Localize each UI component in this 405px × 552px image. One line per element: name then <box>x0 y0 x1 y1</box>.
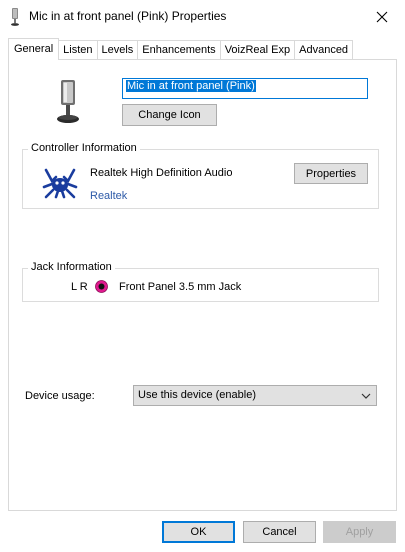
close-button[interactable] <box>359 0 405 33</box>
tab-enhancements[interactable]: Enhancements <box>137 40 221 60</box>
controller-properties-button[interactable]: Properties <box>294 163 368 184</box>
controller-information-label: Controller Information <box>28 142 140 154</box>
jack-description: Front Panel 3.5 mm Jack <box>119 281 242 293</box>
microphone-icon <box>57 80 79 123</box>
tab-voizreal-exp[interactable]: VoizReal Exp <box>219 40 296 60</box>
close-icon <box>376 11 388 22</box>
controller-information-group: Controller Information Realtek High Defi… <box>22 142 379 209</box>
controller-name: Realtek High Definition Audio <box>90 167 233 179</box>
tab-bar: General Listen Levels Enhancements VoizR… <box>8 38 354 60</box>
ok-button[interactable]: OK <box>162 521 235 543</box>
device-usage-label: Device usage: <box>25 390 95 402</box>
device-name-text: Mic in at front panel (Pink) <box>126 80 256 92</box>
window-title: Mic in at front panel (Pink) Properties <box>29 9 227 23</box>
jack-dot-icon <box>95 280 108 293</box>
tab-general[interactable]: General <box>8 38 60 60</box>
vendor-link[interactable]: Realtek <box>90 190 127 202</box>
chevron-down-icon <box>361 393 371 399</box>
apply-button[interactable]: Apply <box>323 521 396 543</box>
cancel-button[interactable]: Cancel <box>243 521 316 543</box>
jack-information-group: Jack Information L R Front Panel 3.5 mm … <box>22 261 379 302</box>
realtek-crab-logo <box>42 168 78 199</box>
change-icon-button[interactable]: Change Icon <box>122 104 217 126</box>
title-bar: Mic in at front panel (Pink) Properties <box>0 0 405 34</box>
device-usage-value: Use this device (enable) <box>138 389 257 401</box>
device-usage-select[interactable]: Use this device (enable) <box>133 385 377 406</box>
tab-advanced[interactable]: Advanced <box>294 40 354 60</box>
jack-information-label: Jack Information <box>28 261 115 273</box>
general-panel: Mic in at front panel (Pink) Change Icon… <box>8 59 397 511</box>
device-name-input[interactable]: Mic in at front panel (Pink) <box>122 78 368 99</box>
tab-levels[interactable]: Levels <box>96 40 139 60</box>
jack-channels: L R <box>71 281 88 293</box>
microphone-icon <box>11 8 19 26</box>
tab-listen[interactable]: Listen <box>58 40 98 60</box>
